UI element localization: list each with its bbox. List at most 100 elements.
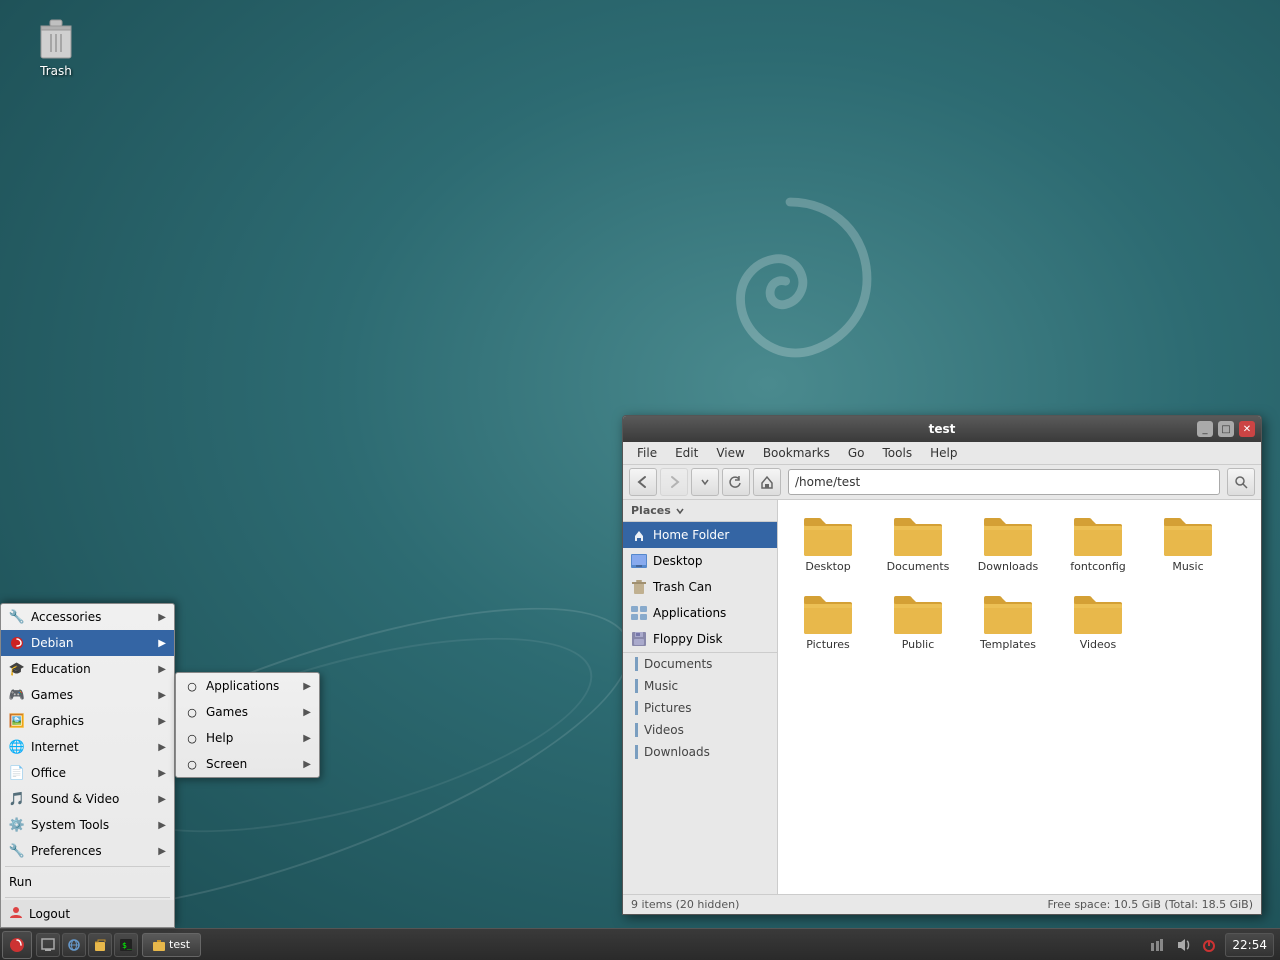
taskbar-window-test[interactable]: test	[142, 933, 201, 957]
folder-fontconfig[interactable]: fontconfig	[1058, 510, 1138, 578]
menu-item-internet[interactable]: 🌐 Internet ▶	[1, 734, 174, 760]
menu-item-accessories[interactable]: 🔧 Accessories ▶	[1, 604, 174, 630]
fm-menu-bookmarks[interactable]: Bookmarks	[755, 444, 838, 462]
bookmark-music-label: Music	[644, 679, 678, 693]
volume-tray-icon[interactable]	[1173, 935, 1193, 955]
folder-icon-videos	[1074, 592, 1122, 634]
folder-pictures[interactable]: Pictures	[788, 588, 868, 656]
menu-separator-2	[5, 897, 170, 898]
bookmark-pictures-label: Pictures	[644, 701, 692, 715]
folder-icon-documents	[894, 514, 942, 556]
taskbar-browser-button[interactable]	[62, 933, 86, 957]
folder-desktop[interactable]: Desktop	[788, 510, 868, 578]
fm-places-header: Places	[623, 500, 777, 522]
sidebar-desktop-label: Desktop	[653, 554, 703, 568]
bookmark-music[interactable]: Music	[623, 675, 777, 697]
menu-item-system-tools[interactable]: ⚙️ System Tools ▶	[1, 812, 174, 838]
fm-close-button[interactable]: ✕	[1239, 421, 1255, 437]
fm-menu-help[interactable]: Help	[922, 444, 965, 462]
desktop-trash-label: Trash	[40, 64, 72, 78]
fm-search-button[interactable]	[1227, 468, 1255, 496]
bookmark-downloads[interactable]: Downloads	[623, 741, 777, 763]
fm-location-bar[interactable]: /home/test	[788, 469, 1220, 495]
folder-videos[interactable]: Videos	[1058, 588, 1138, 656]
folder-music[interactable]: Music	[1148, 510, 1228, 578]
terminal-icon: $_	[119, 938, 133, 952]
shutdown-tray-icon[interactable]	[1199, 935, 1219, 955]
sidebar-applications-label: Applications	[653, 606, 726, 620]
start-button[interactable]	[2, 931, 32, 959]
fm-menu-go[interactable]: Go	[840, 444, 873, 462]
logout-icon	[9, 905, 23, 922]
menu-item-graphics[interactable]: 🖼️ Graphics ▶	[1, 708, 174, 734]
education-menu-icon: 🎓	[9, 661, 25, 677]
menu-item-office[interactable]: 📄 Office ▶	[1, 760, 174, 786]
sidebar-item-desktop[interactable]: Desktop	[623, 548, 777, 574]
sidebar-item-home[interactable]: Home Folder	[623, 522, 777, 548]
menu-item-education[interactable]: 🎓 Education ▶	[1, 656, 174, 682]
menu-item-debian[interactable]: Debian ▶	[1, 630, 174, 656]
desktop-trash-icon[interactable]: Trash	[28, 10, 84, 82]
fm-menu-file[interactable]: File	[629, 444, 665, 462]
taskbar-systray: 22:54	[1147, 933, 1274, 957]
sidebar-item-floppy[interactable]: Floppy Disk	[623, 626, 777, 652]
fm-menu-tools[interactable]: Tools	[875, 444, 921, 462]
browser-icon	[67, 938, 81, 952]
menu-item-preferences[interactable]: 🔧 Preferences ▶	[1, 838, 174, 864]
preferences-arrow: ▶	[158, 846, 166, 857]
debian-submenu-item-help[interactable]: ○ Help ▶	[176, 725, 319, 751]
fm-menu-edit[interactable]: Edit	[667, 444, 706, 462]
debian-submenu-item-applications[interactable]: ○ Applications ▶	[176, 673, 319, 699]
menu-item-games[interactable]: 🎮 Games ▶	[1, 682, 174, 708]
fm-sidebar-bookmarks: Documents Music Pictures Videos	[623, 652, 777, 763]
debian-submenu-item-screen[interactable]: ○ Screen ▶	[176, 751, 319, 777]
graphics-arrow: ▶	[158, 716, 166, 727]
taskbar-quick-launch: $_	[36, 933, 138, 957]
taskbar-clock: 22:54	[1225, 933, 1274, 957]
taskbar-terminal-button[interactable]: $_	[114, 933, 138, 957]
network-tray-icon[interactable]	[1147, 935, 1167, 955]
menu-run-item[interactable]: Run	[1, 869, 174, 895]
folder-icon-downloads	[984, 514, 1032, 556]
folder-documents[interactable]: Documents	[878, 510, 958, 578]
folder-downloads[interactable]: Downloads	[968, 510, 1048, 578]
bookmark-documents[interactable]: Documents	[623, 653, 777, 675]
fm-minimize-button[interactable]: _	[1197, 421, 1213, 437]
fm-menu-view[interactable]: View	[708, 444, 752, 462]
fm-dropdown-button[interactable]	[691, 468, 719, 496]
bookmark-pictures[interactable]: Pictures	[623, 697, 777, 719]
fm-back-button[interactable]	[629, 468, 657, 496]
menu-separator-1	[5, 866, 170, 867]
folder-public[interactable]: Public	[878, 588, 958, 656]
fm-home-button[interactable]	[753, 468, 781, 496]
games-arrow: ▶	[158, 690, 166, 701]
system-tools-menu-icon: ⚙️	[9, 817, 25, 833]
files-icon	[93, 938, 107, 952]
taskbar-show-desktop-button[interactable]	[36, 933, 60, 957]
fm-location-text: /home/test	[795, 475, 860, 489]
bookmark-videos[interactable]: Videos	[623, 719, 777, 741]
games-menu-icon: 🎮	[9, 687, 25, 703]
debian-submenu-item-games[interactable]: ○ Games ▶	[176, 699, 319, 725]
folder-label-fontconfig: fontconfig	[1070, 560, 1126, 574]
fm-maximize-button[interactable]: □	[1218, 421, 1234, 437]
bookmark-bar	[635, 745, 638, 759]
sidebar-item-applications[interactable]: Applications	[623, 600, 777, 626]
system-tools-arrow: ▶	[158, 820, 166, 831]
folder-icon-fontconfig	[1074, 514, 1122, 556]
fm-toolbar: /home/test	[623, 465, 1261, 500]
menu-logout-label: Logout	[29, 907, 70, 921]
sound-video-arrow: ▶	[158, 794, 166, 805]
debian-arrow: ▶	[158, 638, 166, 649]
folder-icon-pictures	[804, 592, 852, 634]
fm-forward-button[interactable]	[660, 468, 688, 496]
menu-item-sound-video[interactable]: 🎵 Sound & Video ▶	[1, 786, 174, 812]
menu-logout-item[interactable]: Logout	[1, 900, 174, 927]
accessories-arrow: ▶	[158, 612, 166, 623]
fm-refresh-button[interactable]	[722, 468, 750, 496]
sidebar-item-trash[interactable]: Trash Can	[623, 574, 777, 600]
debian-submenu-help-label: Help	[206, 731, 297, 745]
folder-label-templates: Templates	[980, 638, 1036, 652]
folder-templates[interactable]: Templates	[968, 588, 1048, 656]
taskbar-files-button[interactable]	[88, 933, 112, 957]
